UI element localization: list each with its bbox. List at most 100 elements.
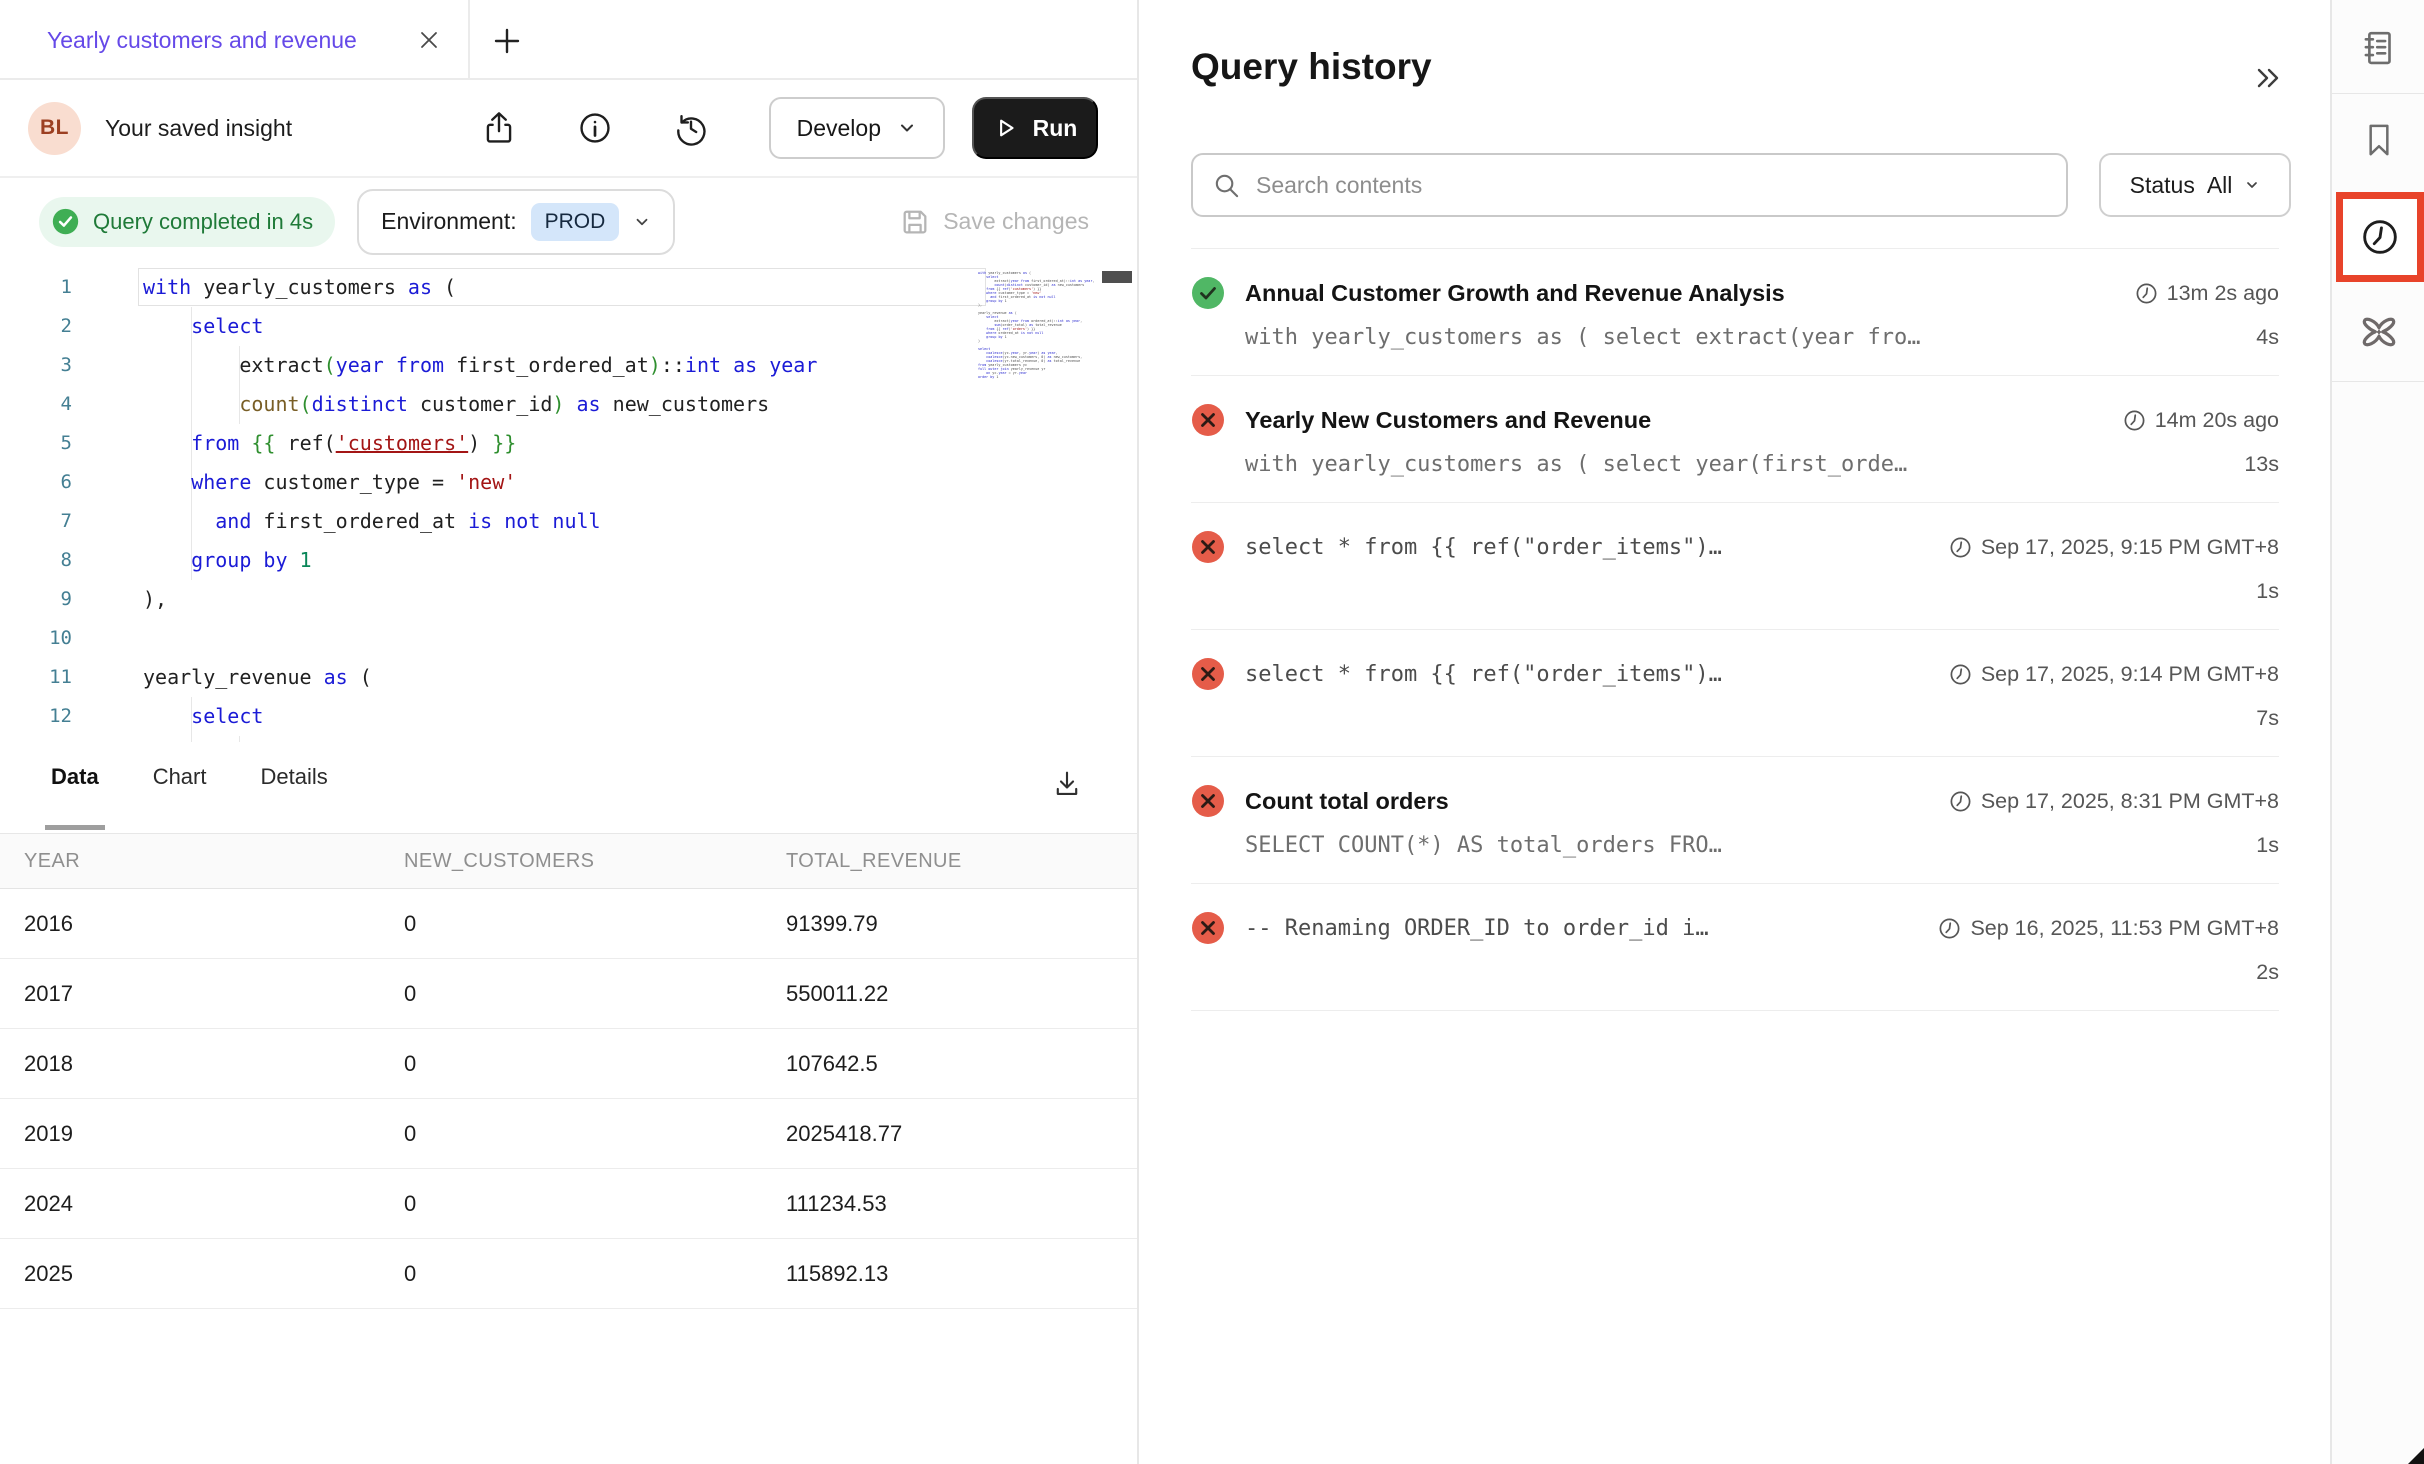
history-item-title: -- Renaming ORDER_ID to order_id i…: [1245, 916, 1914, 941]
code-line-12[interactable]: 12 select: [0, 697, 1137, 736]
table-cell: 0: [380, 1121, 762, 1147]
info-icon: [576, 109, 614, 147]
history-item[interactable]: Yearly New Customers and Revenue14m 20s …: [1191, 376, 2279, 503]
info-button[interactable]: [573, 106, 617, 150]
environment-label: Environment:: [381, 208, 517, 235]
code-line-10[interactable]: 10: [0, 619, 1137, 658]
pinwheel-sparkle-icon: [2356, 309, 2402, 355]
sidebar-notebook-button[interactable]: [2332, 8, 2424, 88]
history-item-time: 13m 2s ago: [2167, 281, 2279, 306]
history-item-sql-preview: SELECT COUNT(*) AS total_orders FRO…: [1245, 833, 2232, 858]
table-row: 20170550011.22: [0, 959, 1137, 1029]
column-header-new_customers: NEW_CUSTOMERS: [380, 850, 762, 873]
save-changes-button[interactable]: Save changes: [900, 207, 1089, 237]
code-line-1[interactable]: 1with yearly_customers as (: [0, 268, 1137, 307]
clock-icon: [1949, 663, 1972, 686]
status-filter-dropdown[interactable]: Status All: [2099, 153, 2291, 217]
history-item-time: Sep 17, 2025, 9:14 PM GMT+8: [1981, 662, 2279, 687]
line-number: 8: [0, 541, 72, 580]
error-status-icon: [1191, 911, 1225, 945]
code-line-6[interactable]: 6 where customer_type = 'new': [0, 463, 1137, 502]
history-item[interactable]: select * from {{ ref("order_items")… Sep …: [1191, 630, 2279, 757]
code-line-4[interactable]: 4 count(distinct customer_id) as new_cus…: [0, 385, 1137, 424]
editor-scrollbar-thumb[interactable]: [1102, 271, 1132, 283]
query-history-list: Annual Customer Growth and Revenue Analy…: [1191, 248, 2279, 1011]
sql-code-editor[interactable]: 1with yearly_customers as (2 select3 ext…: [0, 265, 1137, 742]
environment-selector[interactable]: Environment: PROD: [357, 189, 675, 255]
run-label: Run: [1033, 115, 1078, 142]
line-number: 11: [0, 658, 72, 697]
query-status-pill: Query completed in 4s: [39, 197, 335, 247]
table-row: 20180107642.5: [0, 1029, 1137, 1099]
clock-icon: [1949, 790, 1972, 813]
sidebar-query-history-button-highlighted[interactable]: [2336, 192, 2424, 282]
column-header-total_revenue: TOTAL_REVENUE: [762, 850, 1137, 873]
query-history-panel: Query history Status All Annual Customer…: [1137, 0, 2330, 1464]
history-item-title: select * from {{ ref("order_items")…: [1245, 662, 1925, 687]
table-cell: 550011.22: [762, 981, 1137, 1007]
table-cell: 0: [380, 1261, 762, 1287]
search-icon: [1213, 172, 1240, 199]
success-check-icon: [51, 207, 80, 236]
code-line-11[interactable]: 11yearly_revenue as (: [0, 658, 1137, 697]
results-table-header: YEARNEW_CUSTOMERSTOTAL_REVENUE: [0, 833, 1137, 889]
chevron-down-icon: [2244, 177, 2260, 193]
code-line-5[interactable]: 5 from {{ ref('customers') }}: [0, 424, 1137, 463]
share-button[interactable]: [477, 106, 521, 150]
table-row: 201902025418.77: [0, 1099, 1137, 1169]
clock-icon: [1938, 917, 1961, 940]
code-text: group by 1: [143, 541, 312, 580]
resize-corner[interactable]: [2408, 1448, 2424, 1464]
tab-yearly-customers-and-revenue[interactable]: Yearly customers and revenue: [0, 0, 470, 80]
code-text: and first_ordered_at is not null: [143, 502, 601, 541]
develop-dropdown[interactable]: Develop: [769, 97, 945, 159]
table-cell: 107642.5: [762, 1051, 1137, 1077]
table-cell: 2024: [0, 1191, 380, 1217]
history-item-sql-preview: with yearly_customers as ( select extrac…: [1245, 325, 2232, 350]
code-line-7[interactable]: 7 and first_ordered_at is not null: [0, 502, 1137, 541]
tab-close-icon[interactable]: [416, 27, 442, 53]
code-line-8[interactable]: 8 group by 1: [0, 541, 1137, 580]
history-item-time: 14m 20s ago: [2155, 408, 2279, 433]
tab-title: Yearly customers and revenue: [47, 27, 416, 54]
line-number: 7: [0, 502, 72, 541]
sidebar-assistant-button[interactable]: [2332, 292, 2424, 372]
code-line-2[interactable]: 2 select: [0, 307, 1137, 346]
new-tab-button[interactable]: [486, 22, 528, 60]
history-item-time: Sep 17, 2025, 9:15 PM GMT+8: [1981, 535, 2279, 560]
editor-minimap[interactable]: with yearly_customers as ( select extrac…: [978, 271, 1106, 711]
code-line-9[interactable]: 9),: [0, 580, 1137, 619]
history-item[interactable]: Annual Customer Growth and Revenue Analy…: [1191, 249, 2279, 376]
history-item-duration: 2s: [2256, 960, 2279, 985]
line-number: 3: [0, 346, 72, 385]
history-item[interactable]: Count total ordersSep 17, 2025, 8:31 PM …: [1191, 757, 2279, 884]
results-tab-details[interactable]: Details: [260, 764, 327, 808]
table-cell: 2016: [0, 911, 380, 937]
download-results-button[interactable]: [1047, 764, 1087, 804]
play-icon: [993, 115, 1019, 141]
editor-statusbar: Query completed in 4s Environment: PROD …: [0, 178, 1137, 265]
history-item[interactable]: select * from {{ ref("order_items")…Sep …: [1191, 503, 2279, 630]
code-text: extract(year from first_ordered_at)::int…: [143, 346, 817, 385]
history-item[interactable]: -- Renaming ORDER_ID to order_id i…Sep 1…: [1191, 884, 2279, 1011]
status-filter-label: Status: [2130, 172, 2195, 199]
results-panel: Data Chart Details YEARNEW_CUSTOMERSTOTAL_…: [0, 742, 1137, 1464]
column-header-year: YEAR: [0, 850, 380, 873]
error-status-icon: [1191, 403, 1225, 437]
line-number: 4: [0, 385, 72, 424]
line-number: 2: [0, 307, 72, 346]
clock-icon: [2357, 214, 2403, 260]
save-changes-label: Save changes: [943, 208, 1089, 235]
run-button[interactable]: Run: [972, 97, 1098, 159]
sidebar-bookmark-button[interactable]: [2332, 100, 2424, 180]
search-input[interactable]: [1256, 172, 2046, 199]
results-table-body: 2016091399.7920170550011.2220180107642.5…: [0, 889, 1137, 1309]
version-history-button[interactable]: [669, 106, 713, 150]
code-lines: 1with yearly_customers as (2 select3 ext…: [0, 265, 1137, 742]
code-line-3[interactable]: 3 extract(year from first_ordered_at)::i…: [0, 346, 1137, 385]
results-tab-data[interactable]: Data: [51, 764, 99, 808]
collapse-panel-button[interactable]: [2248, 58, 2288, 98]
clock-icon: [2135, 282, 2158, 305]
results-tab-chart[interactable]: Chart: [153, 764, 207, 808]
bookmark-icon: [2359, 120, 2399, 160]
